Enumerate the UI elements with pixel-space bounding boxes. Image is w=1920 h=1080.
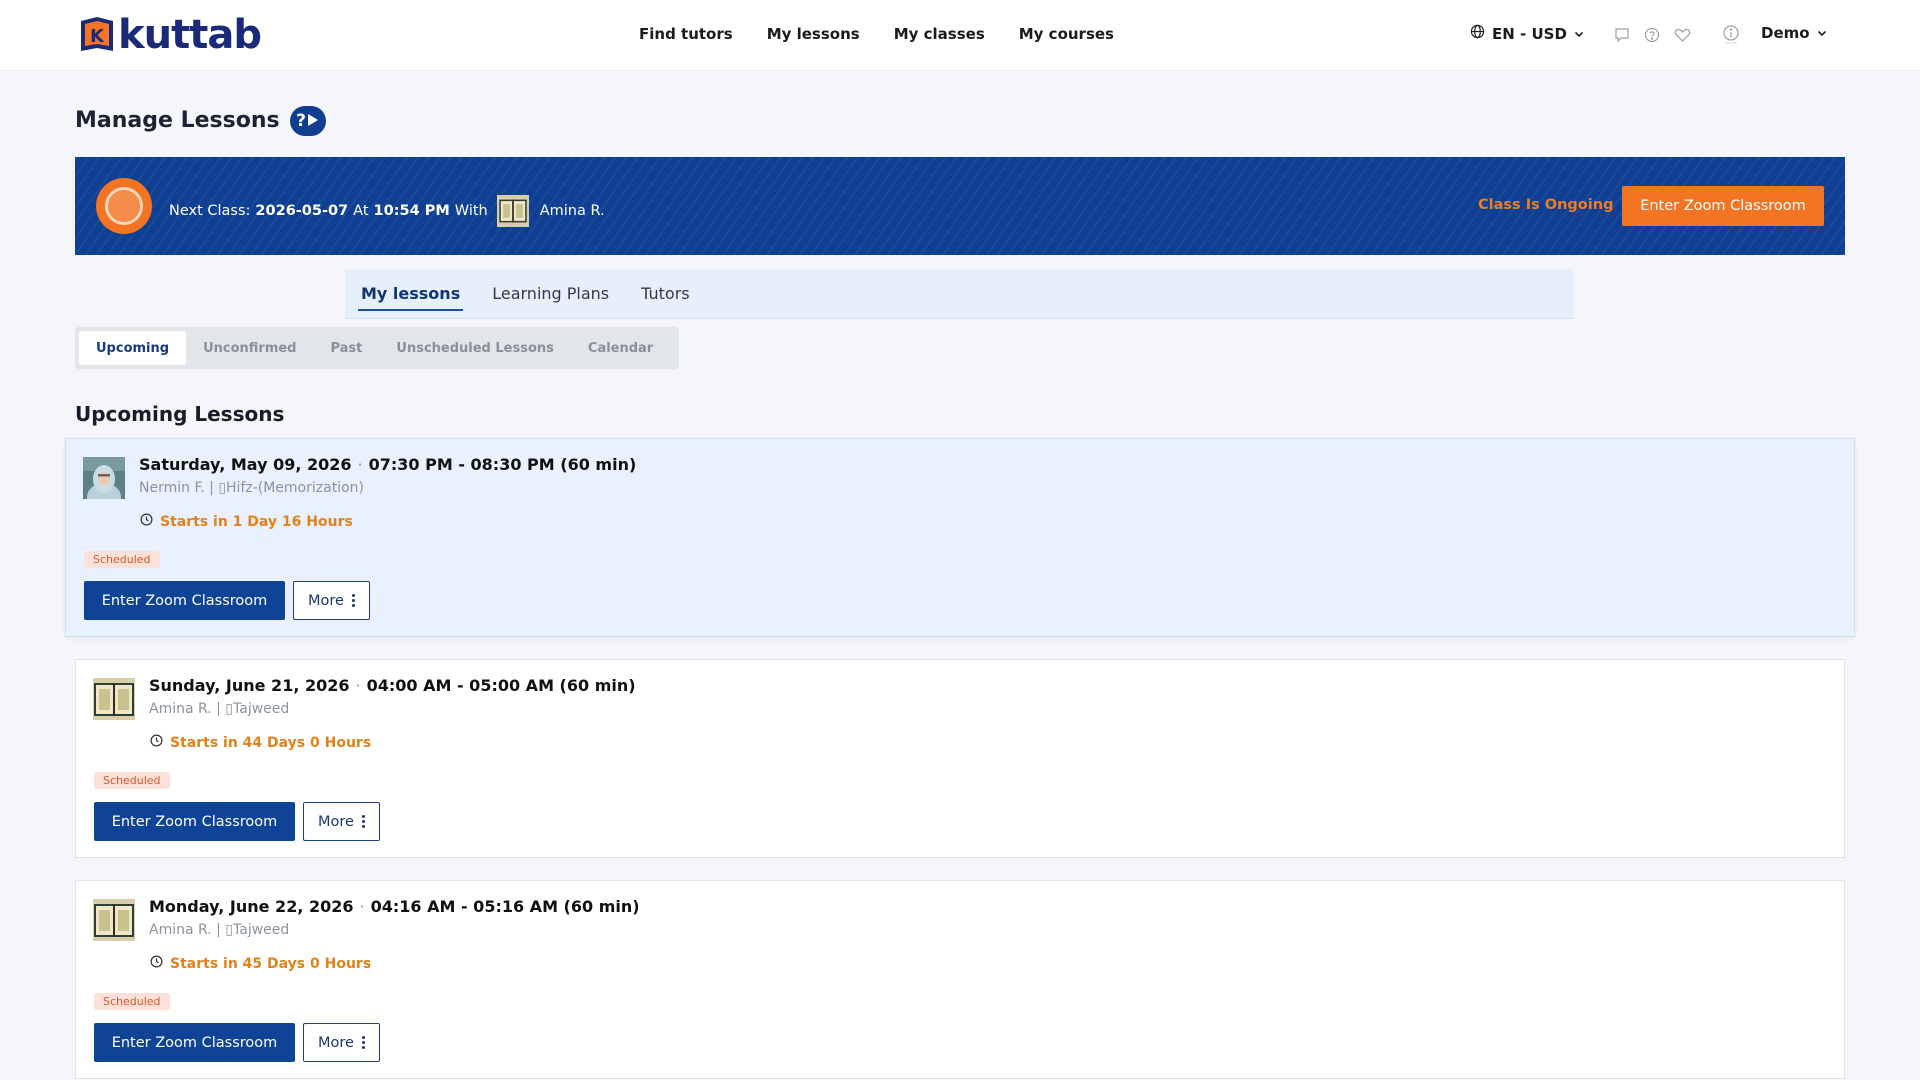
top-navigation-bar: K kuttab Find tutors My lessons My class… bbox=[0, 0, 1920, 71]
chat-icon[interactable] bbox=[1612, 25, 1632, 45]
clock-icon bbox=[140, 513, 153, 530]
lesson-countdown-text: Starts in 44 Days 0 Hours bbox=[170, 734, 372, 751]
status-badge: Scheduled bbox=[94, 772, 170, 789]
kebab-menu-icon bbox=[361, 815, 365, 828]
next-class-info: Next Class: 2026-05-07 At 10:54 PM With … bbox=[169, 195, 605, 227]
next-class-with: With bbox=[454, 203, 488, 219]
next-class-prefix: Next Class: bbox=[169, 203, 251, 219]
live-indicator-icon bbox=[96, 178, 152, 234]
subtab-unconfirmed[interactable]: Unconfirmed bbox=[186, 331, 313, 365]
info-icon[interactable] bbox=[1720, 23, 1742, 45]
lesson-countdown: Starts in 1 Day 16 Hours bbox=[140, 513, 353, 530]
separator-dot: · bbox=[357, 455, 363, 474]
enter-zoom-classroom-button[interactable]: Enter Zoom Classroom bbox=[94, 1023, 295, 1062]
next-class-date: 2026-05-07 bbox=[255, 203, 349, 219]
question-icon: ? bbox=[296, 110, 307, 131]
play-icon bbox=[307, 112, 319, 131]
nav-my-courses[interactable]: My courses bbox=[1019, 24, 1114, 44]
chevron-down-icon bbox=[1574, 25, 1584, 43]
class-status-text: Class Is Ongoing bbox=[1478, 197, 1614, 213]
subtab-unscheduled-lessons[interactable]: Unscheduled Lessons bbox=[379, 331, 571, 365]
tutor-avatar bbox=[93, 899, 135, 941]
next-class-time: 10:54 PM bbox=[373, 203, 450, 219]
section-title: Upcoming Lessons bbox=[75, 402, 285, 426]
logo-book-icon: K bbox=[78, 15, 116, 55]
tutor-avatar bbox=[83, 457, 125, 511]
more-button[interactable]: More bbox=[303, 802, 380, 841]
page-title: Manage Lessons ? bbox=[75, 106, 326, 136]
lesson-datetime: Monday, June 22, 2026 · 04:16 AM - 05:16 A… bbox=[149, 897, 640, 916]
lesson-datetime: Sunday, June 21, 2026 · 04:00 AM - 05:00 A… bbox=[149, 676, 636, 695]
next-class-at: At bbox=[353, 203, 369, 219]
nav-my-classes[interactable]: My classes bbox=[894, 24, 985, 44]
page-title-text: Manage Lessons bbox=[75, 108, 280, 133]
kebab-menu-icon bbox=[351, 594, 355, 607]
lesson-date: Sunday, June 21, 2026 bbox=[149, 676, 350, 695]
more-label: More bbox=[308, 592, 344, 609]
lesson-tutor-course: Amina R. | ▯Tajweed bbox=[149, 701, 290, 717]
next-class-tutor: Amina R. bbox=[539, 203, 605, 219]
clock-icon bbox=[150, 955, 163, 972]
header-icon-group bbox=[1612, 25, 1692, 45]
help-icon[interactable] bbox=[1642, 25, 1662, 45]
lesson-time: 07:30 PM - 08:30 PM (60 min) bbox=[368, 455, 637, 474]
more-label: More bbox=[318, 813, 354, 830]
lesson-filter-tabs: Upcoming Unconfirmed Past Unscheduled Le… bbox=[75, 327, 679, 369]
nav-find-tutors[interactable]: Find tutors bbox=[639, 24, 733, 44]
tab-learning-plans[interactable]: Learning Plans bbox=[492, 269, 609, 319]
lesson-countdown-text: Starts in 1 Day 16 Hours bbox=[160, 513, 353, 530]
tab-my-lessons[interactable]: My lessons bbox=[357, 269, 464, 319]
tutor-avatar bbox=[496, 195, 529, 227]
lesson-countdown-text: Starts in 45 Days 0 Hours bbox=[170, 955, 372, 972]
kebab-menu-icon bbox=[361, 1036, 365, 1049]
locale-selector[interactable]: EN - USD bbox=[1470, 24, 1584, 43]
lesson-card: Saturday, May 09, 2026 · 07:30 PM - 08:30 … bbox=[65, 438, 1855, 637]
subtab-upcoming[interactable]: Upcoming bbox=[79, 331, 187, 365]
enter-zoom-classroom-button[interactable]: Enter Zoom Classroom bbox=[1622, 186, 1824, 226]
nav-my-lessons[interactable]: My lessons bbox=[767, 24, 860, 44]
user-menu[interactable]: Demo bbox=[1761, 24, 1827, 42]
lesson-countdown: Starts in 44 Days 0 Hours bbox=[150, 734, 371, 751]
kuttab-logo[interactable]: K kuttab bbox=[78, 12, 262, 58]
lesson-card: Sunday, June 21, 2026 · 04:00 AM - 05:00 A… bbox=[75, 659, 1845, 858]
enter-zoom-classroom-button[interactable]: Enter Zoom Classroom bbox=[84, 581, 285, 620]
status-badge: Scheduled bbox=[94, 993, 170, 1010]
lesson-card: Monday, June 22, 2026 · 04:16 AM - 05:16 A… bbox=[75, 880, 1845, 1079]
status-badge: Scheduled bbox=[84, 551, 160, 568]
user-name: Demo bbox=[1761, 24, 1810, 42]
enter-zoom-classroom-button[interactable]: Enter Zoom Classroom bbox=[94, 802, 295, 841]
lesson-tutor-course: Nermin F. | ▯Hifz-(Memorization) bbox=[139, 480, 364, 496]
lesson-countdown: Starts in 45 Days 0 Hours bbox=[150, 955, 371, 972]
separator-dot: · bbox=[359, 897, 365, 916]
logo-text: kuttab bbox=[118, 12, 262, 58]
lesson-date: Saturday, May 09, 2026 bbox=[139, 455, 352, 474]
separator-dot: · bbox=[355, 676, 361, 695]
lesson-tutor-course: Amina R. | ▯Tajweed bbox=[149, 922, 290, 938]
more-button[interactable]: More bbox=[303, 1023, 380, 1062]
chevron-down-icon bbox=[1817, 24, 1827, 42]
locale-label: EN - USD bbox=[1492, 24, 1567, 43]
more-button[interactable]: More bbox=[293, 581, 370, 620]
subtab-past[interactable]: Past bbox=[313, 331, 379, 365]
svg-text:K: K bbox=[90, 26, 105, 47]
subtab-calendar[interactable]: Calendar bbox=[571, 331, 670, 365]
tab-tutors[interactable]: Tutors bbox=[641, 269, 689, 319]
next-class-banner: Next Class: 2026-05-07 At 10:54 PM With … bbox=[75, 157, 1845, 255]
lesson-date: Monday, June 22, 2026 bbox=[149, 897, 354, 916]
clock-icon bbox=[150, 734, 163, 751]
lessons-tab-bar: My lessons Learning Plans Tutors bbox=[345, 269, 1574, 319]
main-nav: Find tutors My lessons My classes My cou… bbox=[639, 24, 1114, 44]
lesson-datetime: Saturday, May 09, 2026 · 07:30 PM - 08:30 … bbox=[139, 455, 636, 474]
help-video-button[interactable]: ? bbox=[289, 106, 326, 136]
heart-icon[interactable] bbox=[1672, 25, 1692, 45]
lesson-time: 04:00 AM - 05:00 AM (60 min) bbox=[366, 676, 636, 695]
more-label: More bbox=[318, 1034, 354, 1051]
globe-icon bbox=[1470, 24, 1485, 43]
tutor-avatar bbox=[93, 678, 135, 720]
lesson-time: 04:16 AM - 05:16 AM (60 min) bbox=[370, 897, 640, 916]
